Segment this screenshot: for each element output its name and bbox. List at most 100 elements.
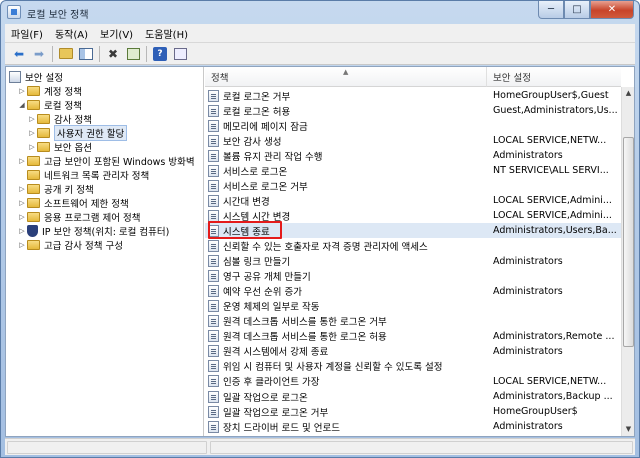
policy-icon: [208, 194, 219, 207]
scroll-up-arrow-icon[interactable]: ▲: [622, 87, 634, 100]
vertical-scrollbar[interactable]: ▲ ▼: [621, 87, 634, 436]
folder-icon: [37, 114, 50, 124]
expand-arrow-icon[interactable]: ▷: [17, 157, 27, 165]
table-row[interactable]: 로컬 로그온 허용 Guest,Administrators,Us...: [205, 103, 621, 118]
folder-icon: [37, 128, 50, 138]
status-bar: [5, 438, 635, 455]
tree-item-software-restriction[interactable]: ▷ 소프트웨어 제한 정책: [17, 196, 129, 210]
tree-item-account-policy[interactable]: ▷ 계정 정책: [17, 84, 82, 98]
policy-name: 로컬 로그온 허용: [223, 106, 291, 118]
forward-arrow-icon[interactable]: ➡: [29, 45, 49, 63]
policy-setting: Administrators,Remote ...: [493, 330, 615, 342]
policy-icon: [208, 149, 219, 162]
export-icon: [126, 47, 140, 60]
policy-name: 인증 후 클라이언트 가장: [223, 377, 320, 389]
table-row[interactable]: 장치 드라이버 로드 및 언로드 Administrators: [205, 419, 621, 434]
policy-name: 메모리에 페이지 잠금: [223, 121, 308, 133]
expand-arrow-icon[interactable]: ▷: [17, 227, 27, 235]
policy-icon: [208, 300, 219, 313]
table-row[interactable]: 서비스로 로그온 NT SERVICE\ALL SERVI...: [205, 163, 621, 178]
policy-icon: [208, 390, 219, 403]
close-button[interactable]: ✕: [590, 1, 634, 19]
policy-icon: [208, 345, 219, 358]
show-hide-tree-button[interactable]: [76, 45, 96, 63]
minimize-button[interactable]: ─: [538, 1, 564, 19]
policy-icon: [208, 330, 219, 343]
scrollbar-thumb[interactable]: [623, 137, 634, 347]
status-segment: [7, 441, 207, 454]
policy-list: 정책 ▲ 보안 설정 로컬 로그온 거부 HomeGroupUser$,Guest…: [205, 67, 634, 436]
policy-name-cell: 신뢰할 수 있는 호출자로 자격 증명 관리자에 액세스: [208, 239, 486, 253]
expand-arrow-icon[interactable]: ▷: [17, 185, 27, 193]
column-header-policy[interactable]: 정책 ▲: [205, 67, 487, 87]
table-row[interactable]: 시간대 변경 LOCAL SERVICE,Admini...: [205, 193, 621, 208]
menu-view[interactable]: 보기(V): [94, 26, 139, 41]
table-row[interactable]: 위임 시 컴퓨터 및 사용자 계정을 신뢰할 수 있도록 설정: [205, 359, 621, 374]
policy-name-cell: 로컬 로그온 거부: [208, 89, 486, 103]
policy-name-cell: 일괄 작업으로 로그온 거부: [208, 405, 486, 419]
folder-icon: [27, 212, 40, 222]
delete-icon[interactable]: ✖: [103, 45, 123, 63]
folder-icon: [27, 100, 40, 110]
column-header-label: 보안 설정: [493, 72, 531, 84]
main-content: 보안 설정 ▷ 계정 정책 ◢ 로컬 정책 ▷ 감사 정책 ▷ 사용자 권한 할…: [5, 66, 635, 437]
tree-item-app-control[interactable]: ▷ 응용 프로그램 제어 정책: [17, 210, 140, 224]
back-arrow-icon[interactable]: ⬅: [9, 45, 29, 63]
table-row[interactable]: 심볼 링크 만들기 Administrators: [205, 254, 621, 269]
expand-arrow-icon[interactable]: ▷: [27, 143, 37, 151]
tree-item-advanced-audit[interactable]: ▷ 고급 감사 정책 구성: [17, 238, 123, 252]
help-button[interactable]: ?: [150, 45, 170, 63]
table-row[interactable]: 로컬 로그온 거부 HomeGroupUser$,Guest: [205, 88, 621, 103]
column-header-setting[interactable]: 보안 설정: [487, 67, 621, 87]
policy-icon: [208, 134, 219, 147]
expand-arrow-icon[interactable]: ▷: [17, 213, 27, 221]
table-row[interactable]: 운영 체제의 일부로 작동: [205, 299, 621, 314]
collapse-arrow-icon[interactable]: ◢: [17, 101, 27, 109]
table-row[interactable]: 예약 우선 순위 증가 Administrators: [205, 284, 621, 299]
tree-item-firewall[interactable]: ▷ 고급 보안이 포함된 Windows 방화벽: [17, 154, 195, 168]
expand-arrow-icon[interactable]: ▷: [17, 87, 27, 95]
table-row[interactable]: 일괄 작업으로 로그온 Administrators,Backup ...: [205, 389, 621, 404]
table-row[interactable]: 신뢰할 수 있는 호출자로 자격 증명 관리자에 액세스: [205, 239, 621, 254]
table-row[interactable]: 영구 공유 개체 만들기: [205, 269, 621, 284]
scroll-down-arrow-icon[interactable]: ▼: [622, 423, 634, 436]
tree-item-audit-policy[interactable]: ▷ 감사 정책: [27, 112, 92, 126]
tree-item-user-rights[interactable]: ▷ 사용자 권한 할당: [27, 125, 128, 141]
policy-name-cell: 메모리에 페이지 잠금: [208, 119, 486, 133]
tree-item-local-policy[interactable]: ◢ 로컬 정책: [17, 98, 82, 112]
tree-label: 계정 정책: [44, 87, 82, 98]
table-row[interactable]: 원격 데스크톱 서비스를 통한 로그온 허용 Administrators,Rem…: [205, 329, 621, 344]
expand-arrow-icon[interactable]: ▷: [27, 129, 37, 137]
table-row[interactable]: 인증 후 클라이언트 가장 LOCAL SERVICE,NETW...: [205, 374, 621, 389]
menu-file[interactable]: 파일(F): [5, 26, 49, 41]
up-folder-button[interactable]: [56, 45, 76, 63]
menu-help[interactable]: 도움말(H): [139, 26, 194, 41]
table-row[interactable]: 메모리에 페이지 잠금: [205, 118, 621, 133]
policy-name-cell: 심볼 링크 만들기: [208, 254, 486, 268]
tree-item-ip-security[interactable]: ▷ IP 보안 정책(위치: 로컬 컴퓨터): [17, 224, 169, 238]
expand-arrow-icon[interactable]: ▷: [17, 241, 27, 249]
policy-icon: [208, 255, 219, 268]
table-row[interactable]: 원격 데스크톱 서비스를 통한 로그온 거부: [205, 314, 621, 329]
maximize-button[interactable]: □: [564, 1, 590, 19]
policy-name-cell: 원격 시스템에서 강제 종료: [208, 344, 486, 358]
table-row[interactable]: 서비스로 로그온 거부: [205, 178, 621, 193]
tree-root[interactable]: 보안 설정: [9, 70, 63, 84]
table-row[interactable]: 원격 시스템에서 강제 종료 Administrators: [205, 344, 621, 359]
tree-item-public-key[interactable]: ▷ 공개 키 정책: [17, 182, 94, 196]
tree-item-network-list[interactable]: 네트워크 목록 관리자 정책: [17, 168, 149, 182]
properties-button[interactable]: [170, 45, 190, 63]
title-bar[interactable]: 로컬 보안 정책 ─ □ ✕: [1, 1, 639, 23]
expand-arrow-icon[interactable]: ▷: [27, 115, 37, 123]
tree-item-security-options[interactable]: ▷ 보안 옵션: [27, 140, 92, 154]
export-list-button[interactable]: [123, 45, 143, 63]
policy-name: 볼륨 유지 관리 작업 수행: [223, 151, 323, 163]
table-row[interactable]: 보안 감사 생성 LOCAL SERVICE,NETW...: [205, 133, 621, 148]
policy-name: 보안 감사 생성: [223, 136, 282, 148]
table-row[interactable]: 볼륨 유지 관리 작업 수행 Administrators: [205, 148, 621, 163]
window-title: 로컬 보안 정책: [27, 10, 89, 21]
policy-name: 서비스로 로그온 거부: [223, 181, 308, 193]
table-row[interactable]: 일괄 작업으로 로그온 거부 HomeGroupUser$: [205, 404, 621, 419]
expand-arrow-icon[interactable]: ▷: [17, 199, 27, 207]
menu-action[interactable]: 동작(A): [49, 26, 94, 41]
